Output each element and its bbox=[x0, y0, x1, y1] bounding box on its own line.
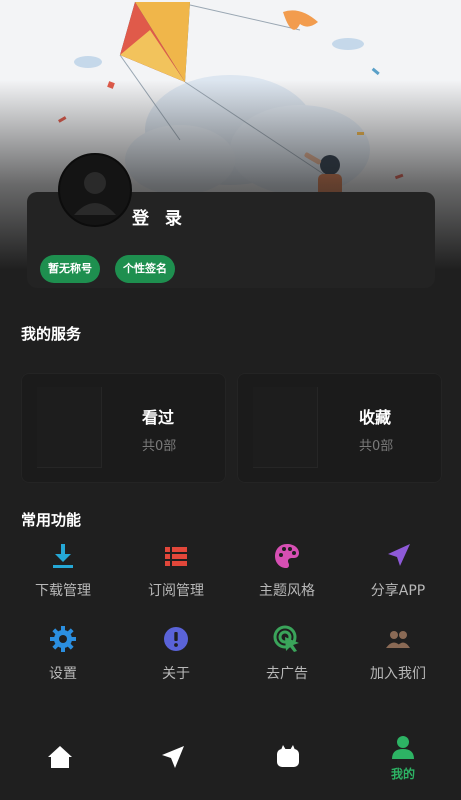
signature-badge[interactable]: 个性签名 bbox=[115, 255, 175, 283]
remove-ads-item[interactable]: 去广告 bbox=[232, 625, 342, 695]
download-icon bbox=[53, 544, 73, 568]
nav-tv[interactable] bbox=[258, 736, 318, 786]
home-icon bbox=[48, 746, 72, 768]
nav-mine-label: 我的 bbox=[390, 767, 415, 781]
nav-discover[interactable] bbox=[143, 736, 203, 786]
watched-title: 看过 bbox=[142, 408, 175, 427]
subscription-manager-item[interactable]: 订阅管理 bbox=[121, 542, 231, 612]
palette-icon bbox=[275, 544, 299, 568]
favorites-card[interactable]: 收藏 共0部 bbox=[237, 373, 442, 483]
nav-home[interactable] bbox=[30, 736, 90, 786]
download-manager-item[interactable]: 下载管理 bbox=[8, 542, 118, 612]
about-item[interactable]: 关于 bbox=[121, 625, 231, 695]
download-manager-label: 下载管理 bbox=[35, 583, 91, 599]
group-icon bbox=[386, 631, 410, 648]
person-icon bbox=[392, 736, 414, 759]
title-badge[interactable]: 暂无称号 bbox=[40, 255, 100, 283]
share-app-item[interactable]: 分享APP bbox=[343, 542, 453, 612]
favorites-title: 收藏 bbox=[359, 408, 392, 427]
gear-icon bbox=[50, 626, 76, 652]
info-icon bbox=[164, 627, 188, 651]
settings-label: 设置 bbox=[49, 666, 77, 682]
features-section-title: 常用功能 bbox=[21, 511, 82, 529]
watched-card[interactable]: 看过 共0部 bbox=[21, 373, 226, 483]
remove-ads-label: 去广告 bbox=[266, 666, 308, 682]
favorites-thumbnail bbox=[253, 387, 318, 468]
watched-thumbnail bbox=[37, 387, 102, 468]
subscription-manager-label: 订阅管理 bbox=[148, 583, 204, 599]
services-section-title: 我的服务 bbox=[21, 325, 82, 343]
tv-icon bbox=[277, 745, 299, 767]
join-us-label: 加入我们 bbox=[370, 666, 426, 682]
send-icon bbox=[388, 544, 410, 566]
share-app-label: 分享APP bbox=[370, 583, 426, 599]
nav-mine[interactable]: 我的 bbox=[373, 732, 433, 782]
theme-style-item[interactable]: 主题风格 bbox=[232, 542, 342, 612]
theme-style-label: 主题风格 bbox=[259, 583, 315, 599]
person-icon bbox=[74, 172, 116, 215]
list-icon bbox=[165, 547, 187, 566]
avatar[interactable] bbox=[58, 153, 132, 227]
bottom-nav: 我的 bbox=[0, 718, 461, 800]
settings-item[interactable]: 设置 bbox=[8, 625, 118, 695]
send-icon bbox=[162, 746, 184, 768]
about-label: 关于 bbox=[162, 666, 190, 682]
cursor-click-icon bbox=[273, 625, 299, 652]
favorites-count: 共0部 bbox=[359, 439, 394, 454]
watched-count: 共0部 bbox=[142, 439, 177, 454]
login-button[interactable]: 登 录 bbox=[132, 204, 187, 229]
join-us-item[interactable]: 加入我们 bbox=[343, 625, 453, 695]
